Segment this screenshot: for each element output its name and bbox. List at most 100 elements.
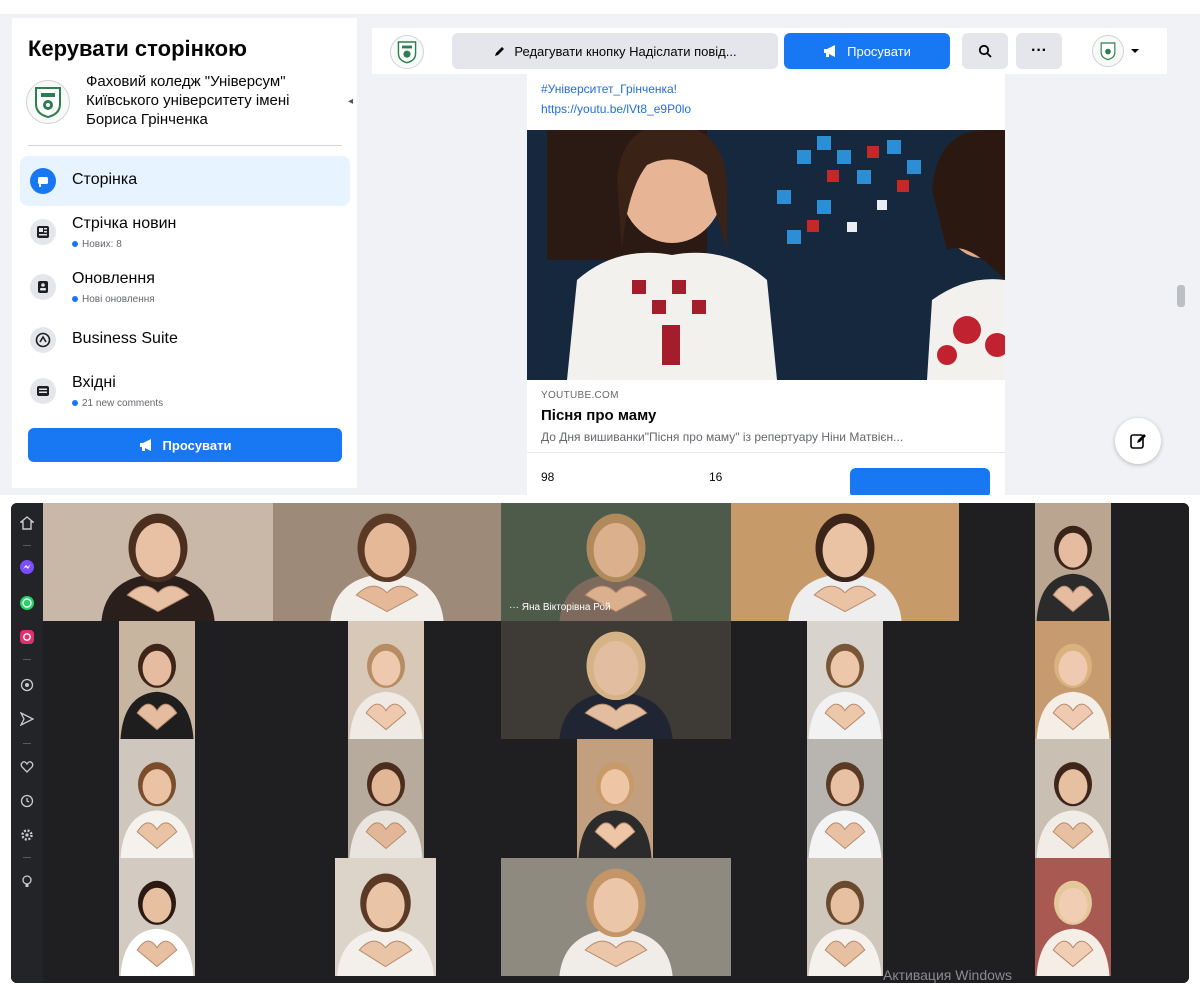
participant-video: [43, 503, 273, 621]
participant-video-tile[interactable]: [1035, 621, 1111, 739]
edit-send-message-button[interactable]: Редагувати кнопку Надіслати повід...: [452, 33, 778, 69]
sidebar-promote-button[interactable]: Просувати: [28, 428, 342, 462]
post-hashtag[interactable]: #Університет_Грінченка!: [541, 82, 677, 96]
manage-page-sidebar: Керувати сторінкою Фаховий коледж "Уніве…: [12, 18, 357, 488]
sidebar-item-sub: Нових: 8: [82, 239, 122, 250]
home-icon[interactable]: [19, 515, 35, 531]
participant-video-tile[interactable]: [348, 621, 424, 739]
browser-side-bar: [11, 503, 43, 983]
video-thumbnail[interactable]: [527, 130, 1005, 380]
participant-video: [1035, 739, 1111, 858]
participant-video: [1035, 503, 1111, 621]
sidebar-item-business-suite[interactable]: Business Suite: [20, 315, 350, 365]
facebook-page-panel: Керувати сторінкою Фаховий коледж "Уніве…: [0, 0, 1200, 495]
participant-video-tile[interactable]: [119, 621, 195, 739]
bar-divider: [23, 743, 31, 744]
post-divider: [527, 452, 1005, 453]
college-logo-icon[interactable]: [390, 35, 424, 69]
scrollbar-thumb[interactable]: [1177, 285, 1185, 307]
sidebar-item-sub: Нові оновлення: [82, 294, 155, 305]
sidebar-item-inbox[interactable]: Вхідні 21 new comments: [20, 366, 350, 416]
participant-video: [119, 621, 195, 739]
participant-name-label: ··· Яна Вікторівна Рой: [509, 602, 611, 613]
participant-video-tile[interactable]: [273, 503, 501, 621]
participant-video-tile[interactable]: [348, 739, 424, 858]
participant-video-tile[interactable]: [807, 621, 883, 739]
sidebar-item-label: Вхідні: [72, 374, 116, 391]
link-description: До Дня вишиванки"Пісня про маму" із репе…: [541, 430, 904, 444]
sidebar-item-page[interactable]: Сторінка: [20, 156, 350, 206]
instagram-icon[interactable]: [19, 629, 35, 645]
heart-icon[interactable]: [19, 759, 35, 775]
participant-video: [119, 858, 195, 976]
participant-video-tile[interactable]: [501, 858, 731, 976]
sidebar-item-label: Business Suite: [72, 330, 178, 347]
messenger-icon[interactable]: [19, 559, 35, 575]
whatsapp-icon[interactable]: [19, 595, 35, 611]
settings-icon[interactable]: [19, 827, 35, 843]
toolbar-promote-button[interactable]: Просувати: [784, 33, 950, 69]
participant-video: [119, 739, 195, 858]
search-button[interactable]: [962, 33, 1008, 69]
sidebar-title: Керувати сторінкою: [28, 36, 247, 61]
participant-video: [1035, 858, 1111, 976]
participant-video-tile[interactable]: [577, 739, 653, 858]
account-switcher[interactable]: [1092, 34, 1152, 68]
participant-video-tile[interactable]: ··· Яна Вікторівна Рой: [501, 503, 731, 621]
participant-video: [273, 503, 501, 621]
sidebar-item-label: Сторінка: [72, 171, 138, 188]
clock-icon[interactable]: [19, 793, 35, 809]
participant-video: [577, 739, 653, 858]
participant-video-tile[interactable]: [335, 858, 436, 976]
link-title[interactable]: Пісня про маму: [541, 407, 656, 424]
participant-video-tile[interactable]: [119, 858, 195, 976]
sidebar-item-label: Оновлення: [72, 270, 155, 287]
participant-video-tile[interactable]: [119, 739, 195, 858]
participant-video-tile[interactable]: [1035, 858, 1111, 976]
video-call-panel: ··· Яна Вікторівна Рой Активация Windows: [11, 503, 1189, 983]
pencil-icon: [495, 46, 505, 56]
participant-video-tile[interactable]: [1035, 739, 1111, 858]
bulb-icon[interactable]: [19, 873, 35, 889]
post-stat-engagement: 16: [709, 470, 723, 484]
page-switcher[interactable]: Фаховий коледж "Універсум" Київського ун…: [26, 72, 356, 134]
participant-video: [731, 503, 959, 621]
chevron-down-icon: ◂: [348, 96, 354, 107]
participant-video-tile[interactable]: [731, 503, 959, 621]
more-options-button[interactable]: ···: [1016, 33, 1062, 69]
toolbar-promote-label: Просувати: [847, 43, 911, 59]
participant-video-tile[interactable]: [807, 858, 883, 976]
sidebar-item-sub: 21 new comments: [82, 398, 164, 409]
compose-button[interactable]: [1115, 418, 1161, 464]
browser-top-strip: [0, 0, 1200, 14]
participant-video: [807, 621, 883, 739]
participant-video: [807, 739, 883, 858]
bar-divider: [23, 857, 31, 858]
college-logo-icon: [26, 80, 70, 124]
news-feed-icon: [30, 219, 56, 245]
edit-button-label: Редагувати кнопку Надіслати повід...: [514, 43, 737, 59]
bar-divider: [23, 545, 31, 546]
megaphone-icon: [824, 45, 836, 57]
post-link-url[interactable]: https://youtu.be/lVt8_e9P0lo: [541, 102, 691, 116]
participant-video-tile[interactable]: [1035, 503, 1111, 621]
compose-icon: [1130, 434, 1146, 449]
college-logo-icon: [1092, 35, 1124, 67]
chevron-down-icon: [1131, 49, 1139, 53]
participant-video: [807, 858, 883, 976]
sidebar-item-updates[interactable]: Оновлення Нові оновлення: [20, 262, 350, 312]
target-icon[interactable]: [19, 677, 35, 693]
participant-video: [348, 621, 424, 739]
unread-dot: [72, 296, 78, 303]
participant-video-tile[interactable]: [807, 739, 883, 858]
participant-grid: ··· Яна Вікторівна Рой: [43, 503, 1189, 983]
participant-video: [348, 739, 424, 858]
participant-video-tile[interactable]: [501, 621, 731, 739]
boost-post-button[interactable]: [850, 468, 990, 495]
sidebar-item-news-feed[interactable]: Стрічка новин Нових: 8: [20, 207, 350, 257]
participant-video-tile[interactable]: [43, 503, 273, 621]
sidebar-divider: [28, 145, 342, 146]
post-card: #Університет_Грінченка! https://youtu.be…: [527, 74, 1005, 495]
inbox-icon: [30, 378, 56, 404]
send-icon[interactable]: [19, 711, 35, 727]
